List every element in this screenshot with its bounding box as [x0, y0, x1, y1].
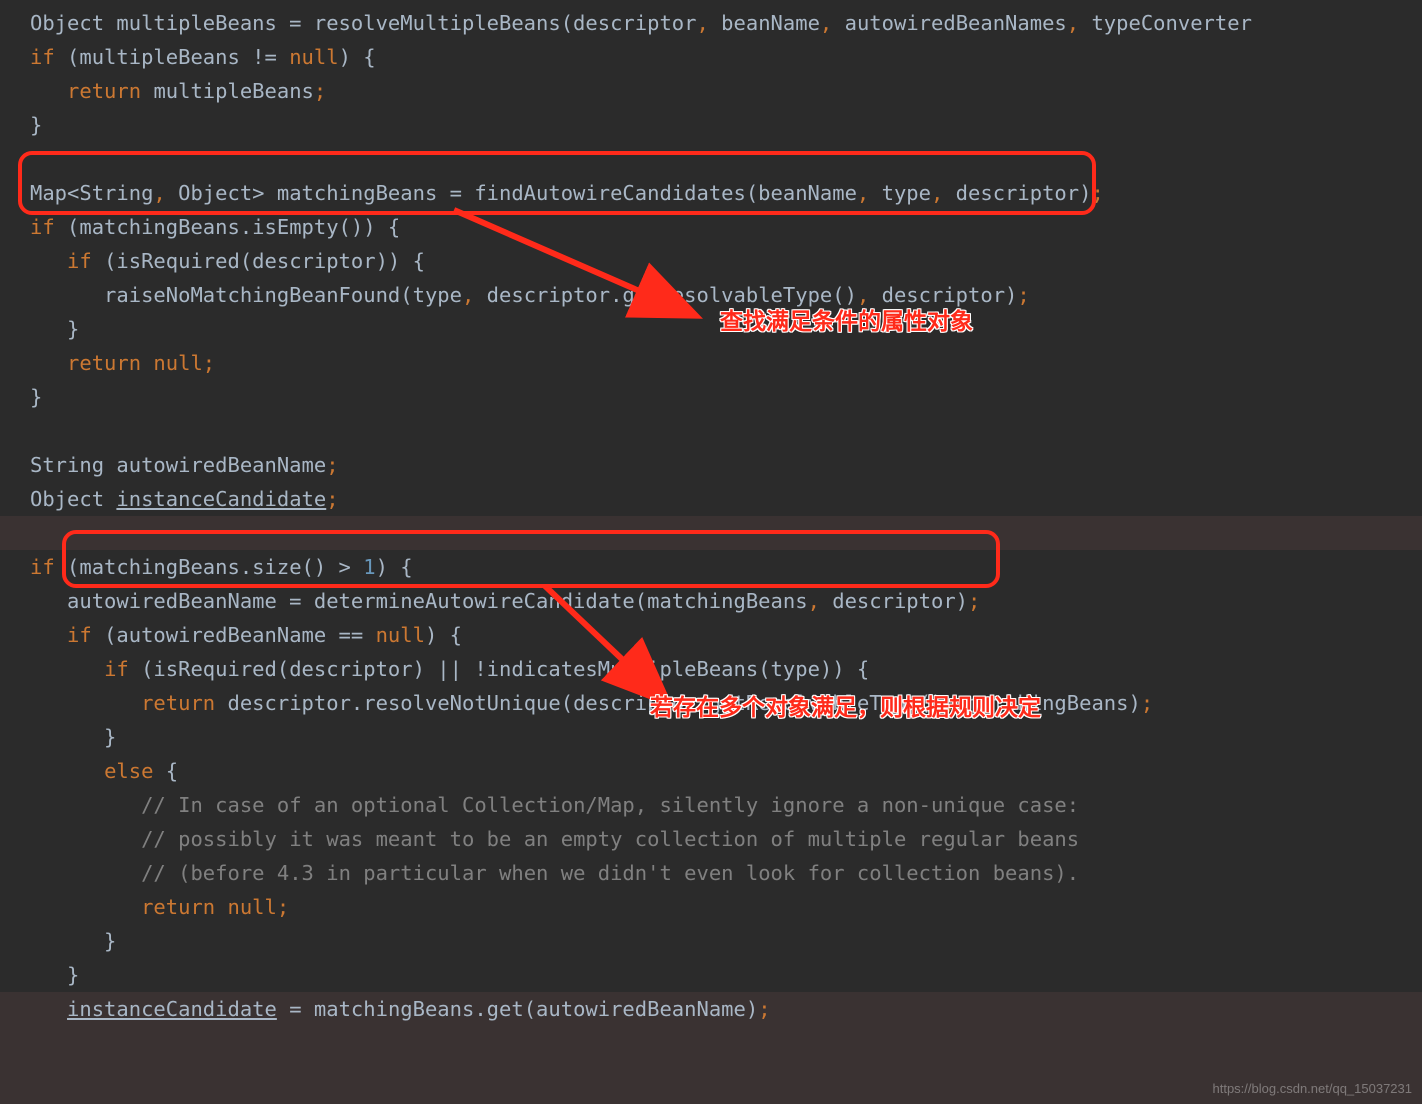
- annotation-text-1: 查找满足条件的属性对象: [720, 302, 973, 336]
- annotation-text-2: 若存在多个对象满足，则根据规则决定: [650, 688, 1041, 722]
- code-editor[interactable]: Object multipleBeans = resolveMultipleBe…: [30, 6, 1252, 1026]
- watermark: https://blog.csdn.net/qq_15037231: [1213, 1081, 1413, 1096]
